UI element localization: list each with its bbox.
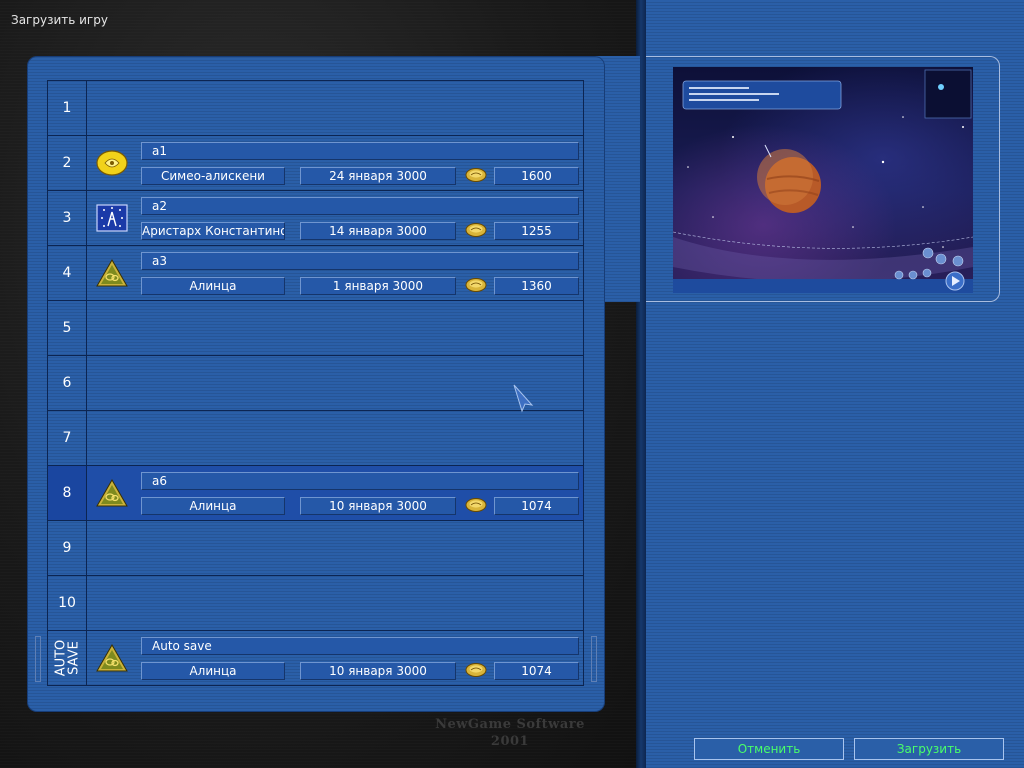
save-name-field: a2 bbox=[141, 197, 579, 215]
blue-star-emblem-icon bbox=[95, 201, 129, 235]
autosave-right-bracket bbox=[591, 636, 597, 682]
slot-content[interactable] bbox=[87, 411, 583, 465]
slot-content[interactable] bbox=[87, 521, 583, 575]
slot-number: 4 bbox=[48, 246, 87, 300]
slot-number: 10 bbox=[48, 576, 87, 630]
save-slot-row[interactable]: 1 bbox=[48, 81, 583, 136]
gold-emblem-icon bbox=[95, 146, 129, 180]
save-slot-table: 1 2 a1 Симео-алискени 24 января 3000 1600 3 a2 А… bbox=[47, 80, 584, 686]
money-field: 1360 bbox=[494, 277, 579, 295]
save-date-field: 10 января 3000 bbox=[300, 662, 456, 680]
save-slot-row[interactable]: 8 a6 Алинца 10 января 3000 1074 bbox=[48, 466, 583, 521]
slot-number: 9 bbox=[48, 521, 87, 575]
save-date-field: 14 января 3000 bbox=[300, 222, 456, 240]
slot-content[interactable]: Auto save Алинца 10 января 3000 1074 bbox=[87, 631, 583, 685]
slot-number: 1 bbox=[48, 81, 87, 135]
slot-number: 5 bbox=[48, 301, 87, 355]
coin-icon bbox=[465, 662, 487, 678]
player-name-field: Аристарх Константинов bbox=[141, 222, 285, 240]
space-scene-icon bbox=[673, 69, 973, 293]
save-slot-row[interactable]: 2 a1 Симео-алискени 24 января 3000 1600 bbox=[48, 136, 583, 191]
save-name-field: a6 bbox=[141, 472, 579, 490]
money-field: 1600 bbox=[494, 167, 579, 185]
load-button[interactable]: Загрузить bbox=[854, 738, 1004, 760]
green-triangle-emblem-icon bbox=[95, 641, 129, 675]
money-field: 1074 bbox=[494, 497, 579, 515]
cancel-button[interactable]: Отменить bbox=[694, 738, 844, 760]
money-field: 1074 bbox=[494, 662, 579, 680]
save-name-field: Auto save bbox=[141, 637, 579, 655]
player-name-field: Симео-алискени bbox=[141, 167, 285, 185]
slot-number: 3 bbox=[48, 191, 87, 245]
save-slot-row[interactable]: 10 bbox=[48, 576, 583, 631]
newgame-watermark: NewGame Software 2001 bbox=[430, 716, 590, 750]
slot-content[interactable]: a6 Алинца 10 января 3000 1074 bbox=[87, 466, 583, 520]
screen-title: Загрузить игру bbox=[11, 13, 108, 27]
autosave-label: AUTO SAVE bbox=[48, 631, 87, 685]
slot-content[interactable] bbox=[87, 356, 583, 410]
coin-icon bbox=[465, 497, 487, 513]
slot-content[interactable] bbox=[87, 81, 583, 135]
slot-number: 8 bbox=[48, 466, 87, 520]
save-slot-row[interactable]: 4 a3 Алинца 1 января 3000 1360 bbox=[48, 246, 583, 301]
save-slot-row[interactable]: 6 bbox=[48, 356, 583, 411]
slot-content[interactable]: a1 Симео-алискени 24 января 3000 1600 bbox=[87, 136, 583, 190]
watermark-company: NewGame Software bbox=[435, 717, 585, 732]
save-slot-row[interactable]: 9 bbox=[48, 521, 583, 576]
autosave-label-line2: SAVE bbox=[66, 641, 81, 675]
slot-number: 2 bbox=[48, 136, 87, 190]
green-triangle-emblem-icon bbox=[95, 256, 129, 290]
slot-content[interactable] bbox=[87, 576, 583, 630]
autosave-label-line1: AUTO bbox=[53, 639, 68, 677]
save-name-field: a3 bbox=[141, 252, 579, 270]
money-field: 1255 bbox=[494, 222, 579, 240]
autosave-row[interactable]: AUTO SAVE Auto save Алинца 10 января 3000 107… bbox=[48, 631, 583, 686]
autosave-left-bracket bbox=[35, 636, 41, 682]
coin-icon bbox=[465, 167, 487, 183]
player-name-field: Алинца bbox=[141, 497, 285, 515]
player-name-field: Алинца bbox=[141, 662, 285, 680]
save-slot-row[interactable]: 3 a2 Аристарх Константинов 14 января 3000 12… bbox=[48, 191, 583, 246]
save-slot-row[interactable]: 5 bbox=[48, 301, 583, 356]
coin-icon bbox=[465, 277, 487, 293]
green-triangle-emblem-icon bbox=[95, 476, 129, 510]
slot-number: 6 bbox=[48, 356, 87, 410]
player-name-field: Алинца bbox=[141, 277, 285, 295]
save-slot-row[interactable]: 7 bbox=[48, 411, 583, 466]
coin-icon bbox=[465, 222, 487, 238]
slot-number: 7 bbox=[48, 411, 87, 465]
save-name-field: a1 bbox=[141, 142, 579, 160]
slot-content[interactable]: a2 Аристарх Константинов 14 января 3000 125… bbox=[87, 191, 583, 245]
slot-content[interactable]: a3 Алинца 1 января 3000 1360 bbox=[87, 246, 583, 300]
save-date-field: 10 января 3000 bbox=[300, 497, 456, 515]
mouse-cursor-icon bbox=[513, 384, 534, 413]
watermark-year: 2001 bbox=[490, 734, 530, 749]
save-date-field: 1 января 3000 bbox=[300, 277, 456, 295]
save-preview-screenshot bbox=[673, 67, 973, 293]
save-date-field: 24 января 3000 bbox=[300, 167, 456, 185]
slot-content[interactable] bbox=[87, 301, 583, 355]
